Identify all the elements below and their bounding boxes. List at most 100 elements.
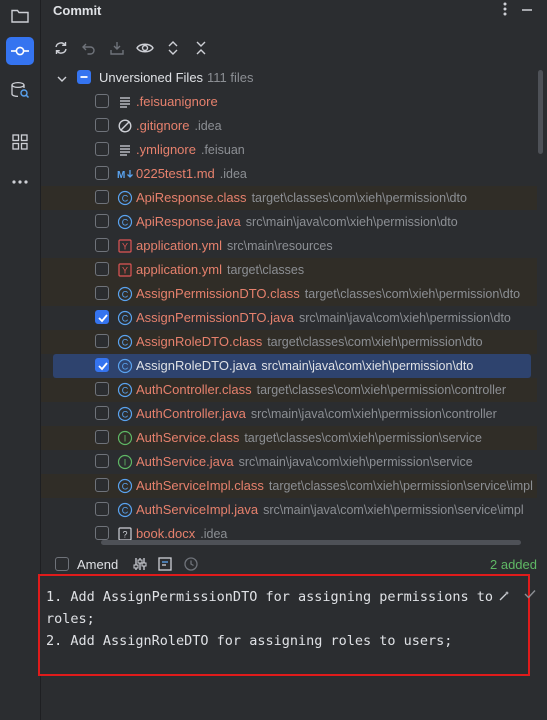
file-checkbox[interactable] xyxy=(95,358,109,372)
file-row[interactable]: .ymlignore .feisuan xyxy=(41,138,537,162)
class-icon: C xyxy=(117,190,133,206)
file-checkbox[interactable] xyxy=(95,262,109,276)
file-row[interactable]: M 0225test1.md .idea xyxy=(41,162,537,186)
file-name: AssignRoleDTO.class xyxy=(136,334,263,349)
group-checkbox-partial[interactable] xyxy=(77,70,91,84)
svg-text:M: M xyxy=(117,170,125,181)
amend-label: Amend xyxy=(77,557,119,572)
vertical-scrollbar[interactable] xyxy=(538,70,543,154)
amend-checkbox[interactable] xyxy=(55,557,69,571)
file-checkbox[interactable] xyxy=(95,286,109,300)
file-name: book.docx xyxy=(136,526,196,541)
file-checkbox[interactable] xyxy=(95,214,109,228)
changes-status: 2 added xyxy=(490,557,537,572)
file-checkbox[interactable] xyxy=(95,190,109,204)
file-path: .idea xyxy=(194,119,222,133)
file-name: AuthController.java xyxy=(136,406,246,421)
file-row[interactable]: I AuthService.class target\classes\com\xie… xyxy=(41,426,537,450)
commit-message-editor[interactable]: 1. Add AssignPermissionDTO for assigning… xyxy=(38,574,536,676)
file-name-cell: AuthController.class target\classes\com\x… xyxy=(136,382,506,397)
file-path: target\classes\com\xieh\permission\dto xyxy=(304,287,521,301)
file-row[interactable]: C AssignRoleDTO.class target\classes\com\x… xyxy=(41,330,537,354)
class-icon: C xyxy=(117,502,133,518)
eye-icon[interactable] xyxy=(135,38,155,58)
commit-template-icon[interactable] xyxy=(157,556,173,575)
file-name: ApiResponse.class xyxy=(136,190,247,205)
file-name: 0225test1.md xyxy=(136,166,215,181)
file-checkbox[interactable] xyxy=(95,238,109,252)
file-name-cell: ApiResponse.java src\main\java\com\xieh\p… xyxy=(136,214,458,229)
file-path: src\main\java\com\xieh\permission\servic… xyxy=(238,455,473,469)
file-path: .idea xyxy=(200,527,228,541)
commit-options-icon[interactable] xyxy=(133,556,147,575)
file-row[interactable]: Yapplication.yml src\main\resources xyxy=(41,234,537,258)
database-search-icon[interactable] xyxy=(6,76,34,104)
file-row[interactable]: C AssignPermissionDTO.java src\main\java\c… xyxy=(41,306,537,330)
file-name-cell: book.docx .idea xyxy=(136,526,227,541)
history-clock-icon[interactable] xyxy=(183,556,199,575)
file-name: AuthController.class xyxy=(136,382,252,397)
file-row[interactable]: .gitignore .idea xyxy=(41,114,537,138)
project-folder-icon[interactable] xyxy=(6,2,34,30)
svg-text:C: C xyxy=(122,386,129,396)
file-path: src\main\java\com\xieh\permission\servic… xyxy=(263,503,524,517)
file-row[interactable]: C AuthController.class target\classes\com\… xyxy=(41,378,537,402)
ai-generate-icon[interactable] xyxy=(498,590,510,605)
collapse-all-icon[interactable] xyxy=(191,38,211,58)
commit-icon[interactable] xyxy=(6,37,34,65)
more-tools-icon[interactable] xyxy=(6,168,34,196)
file-name-cell: AuthController.java src\main\java\com\xie… xyxy=(136,406,497,421)
file-name-cell: application.yml src\main\resources xyxy=(136,238,333,253)
svg-text:C: C xyxy=(122,338,129,348)
svg-text:Y: Y xyxy=(122,242,128,252)
file-checkbox[interactable] xyxy=(95,166,109,180)
expand-all-icon[interactable] xyxy=(163,38,183,58)
file-checkbox[interactable] xyxy=(95,502,109,516)
file-name: AuthServiceImpl.class xyxy=(136,478,264,493)
file-checkbox[interactable] xyxy=(95,382,109,396)
svg-text:C: C xyxy=(122,290,129,300)
commit-message-text[interactable]: 1. Add AssignPermissionDTO for assigning… xyxy=(46,586,493,652)
changes-tree: Unversioned Files 111 files .feisuanigno… xyxy=(41,66,537,544)
shelve-icon[interactable] xyxy=(107,38,127,58)
ignore-icon xyxy=(117,118,133,134)
file-checkbox[interactable] xyxy=(95,142,109,156)
file-row[interactable]: C ApiResponse.class target\classes\com\xie… xyxy=(41,186,537,210)
file-row[interactable]: C AuthServiceImpl.class target\classes\com… xyxy=(41,474,537,498)
svg-text:C: C xyxy=(122,362,129,372)
tool-window-rail xyxy=(0,0,41,720)
more-options-icon[interactable] xyxy=(503,2,507,19)
file-name-cell: 0225test1.md .idea xyxy=(136,166,247,181)
file-checkbox[interactable] xyxy=(95,478,109,492)
file-row[interactable]: C AssignPermissionDTO.class target\classes… xyxy=(41,282,537,306)
horizontal-scrollbar[interactable] xyxy=(101,540,521,545)
file-checkbox[interactable] xyxy=(95,454,109,468)
refresh-icon[interactable] xyxy=(51,38,71,58)
file-name-cell: AssignPermissionDTO.java src\main\java\co… xyxy=(136,310,511,325)
file-name: ApiResponse.java xyxy=(136,214,241,229)
file-checkbox[interactable] xyxy=(95,526,109,540)
file-path: .feisuan xyxy=(200,143,245,157)
rollback-icon[interactable] xyxy=(79,38,99,58)
file-row[interactable]: I AuthService.java src\main\java\com\xieh\… xyxy=(41,450,537,474)
check-icon[interactable] xyxy=(524,588,536,603)
file-row[interactable]: C AuthController.java src\main\java\com\xi… xyxy=(41,402,537,426)
minimize-icon[interactable] xyxy=(521,2,533,19)
file-row[interactable]: C AuthServiceImpl.java src\main\java\com\x… xyxy=(41,498,537,522)
file-checkbox[interactable] xyxy=(95,310,109,324)
svg-text:C: C xyxy=(122,194,129,204)
file-row[interactable]: .feisuanignore xyxy=(41,90,537,114)
file-checkbox[interactable] xyxy=(95,406,109,420)
bottom-area xyxy=(41,690,547,720)
file-checkbox[interactable] xyxy=(95,118,109,132)
file-checkbox[interactable] xyxy=(95,430,109,444)
file-row[interactable]: Yapplication.yml target\classes xyxy=(41,258,537,282)
file-row[interactable]: C AssignRoleDTO.java src\main\java\com\xie… xyxy=(53,354,531,378)
file-checkbox[interactable] xyxy=(95,334,109,348)
file-name: .gitignore xyxy=(136,118,190,133)
chevron-down-icon[interactable] xyxy=(57,72,67,87)
unversioned-group-row[interactable]: Unversioned Files 111 files xyxy=(41,66,537,90)
file-row[interactable]: C ApiResponse.java src\main\java\com\xieh\… xyxy=(41,210,537,234)
structure-icon[interactable] xyxy=(6,128,34,156)
file-checkbox[interactable] xyxy=(95,94,109,108)
